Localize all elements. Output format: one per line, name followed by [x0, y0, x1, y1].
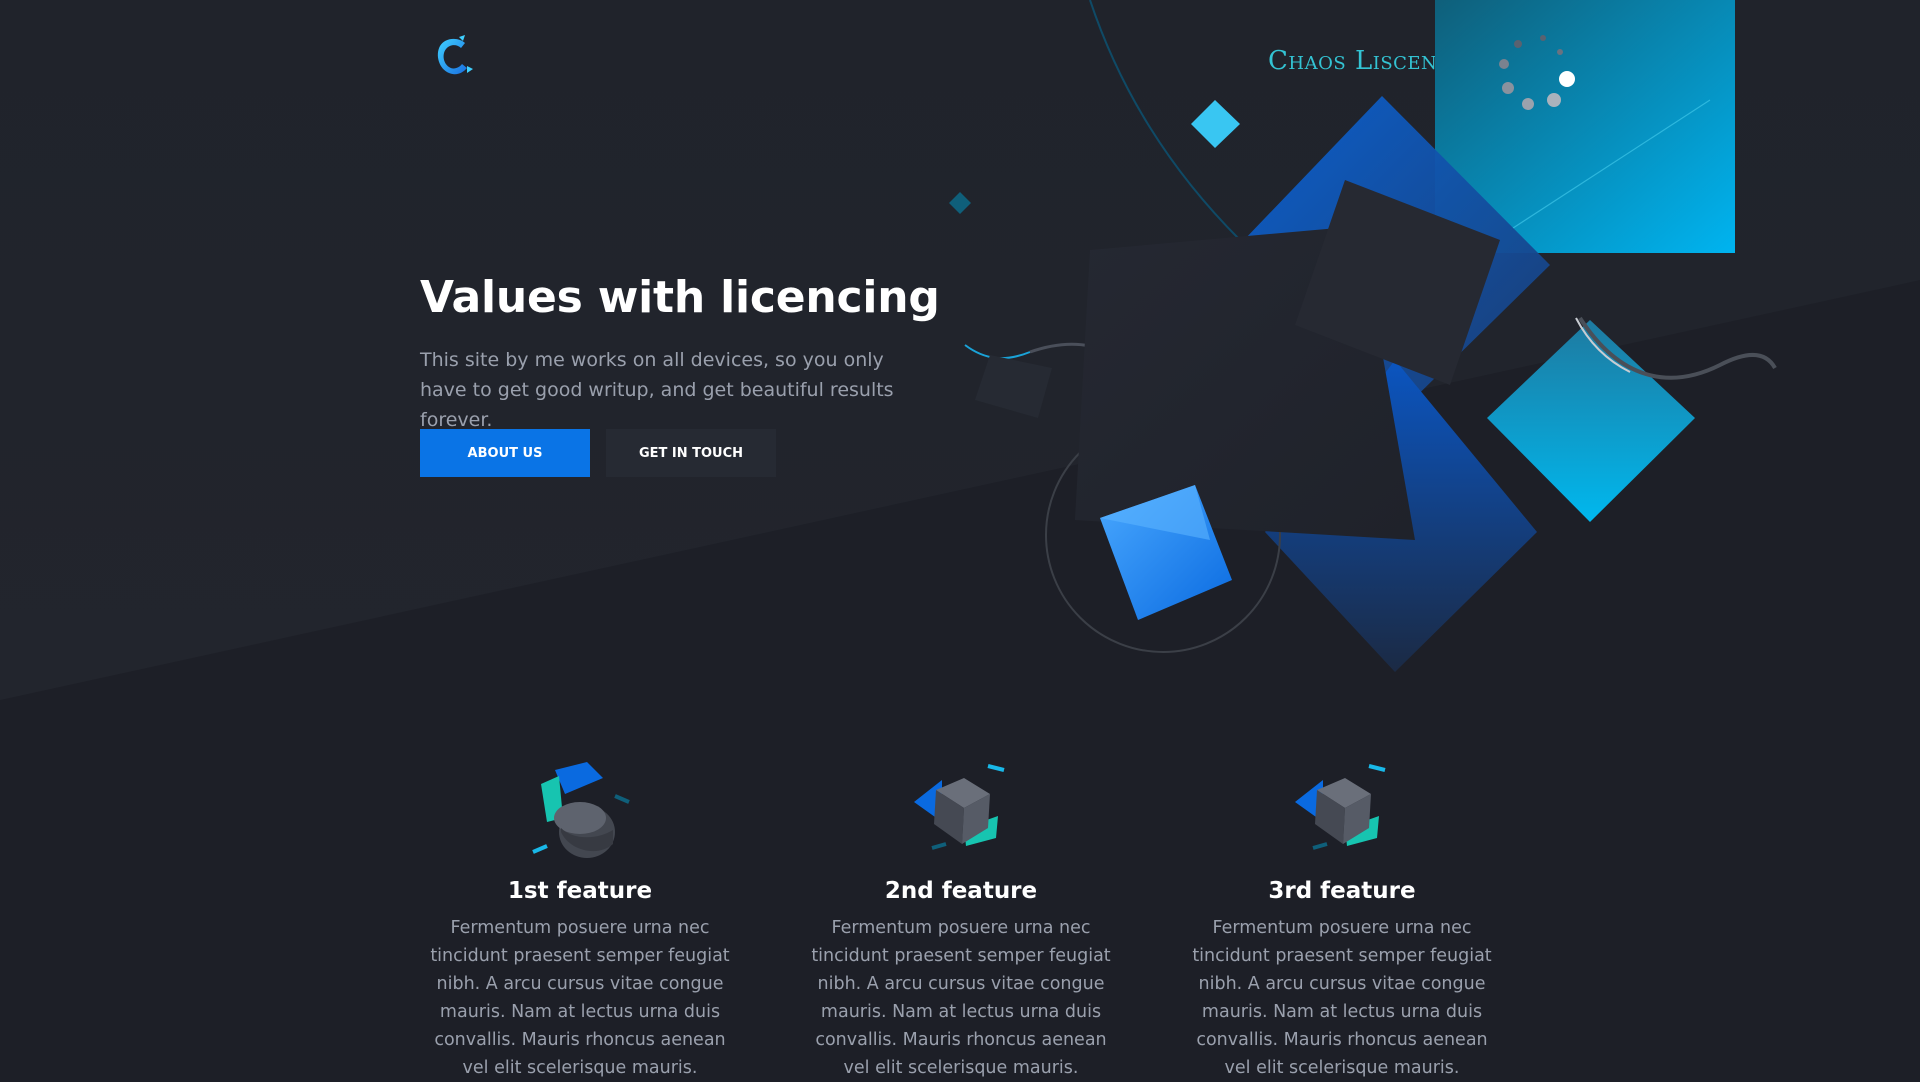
hero-subtitle: This site by me works on all devices, so… [420, 349, 894, 431]
cube-shapes-icon [1295, 764, 1386, 850]
cube-shapes-icon [914, 764, 1005, 850]
feature-description: Fermentum posuere urna nec tincidunt pra… [430, 918, 730, 1078]
hero-section: Values with licencing This site by me wo… [420, 272, 940, 435]
feature-card: 1st feature Fermentum posuere urna nec t… [420, 760, 740, 1082]
feature-description: Fermentum posuere urna nec tincidunt pra… [811, 918, 1111, 1078]
feature-title: 1st feature [507, 878, 653, 904]
get-in-touch-button[interactable]: GET IN TOUCH [606, 429, 776, 477]
feature-card: 3rd feature Fermentum posuere urna nec t… [1182, 760, 1502, 1082]
about-us-button[interactable]: ABOUT US [420, 429, 590, 477]
feature-title: 3rd feature [1268, 878, 1416, 904]
feature-description: Fermentum posuere urna nec tincidunt pra… [1192, 918, 1492, 1078]
hero-buttons: ABOUT US GET IN TOUCH [420, 429, 776, 477]
feature-title: 2nd feature [884, 878, 1038, 904]
feature-card: 2nd feature Fermentum posuere urna nec t… [801, 760, 1121, 1082]
cylinder-shapes-icon [532, 762, 630, 858]
hero-illustration [949, 0, 1777, 672]
c-letter-logo-icon[interactable] [429, 33, 477, 81]
hero-title: Values with licencing [420, 272, 940, 323]
